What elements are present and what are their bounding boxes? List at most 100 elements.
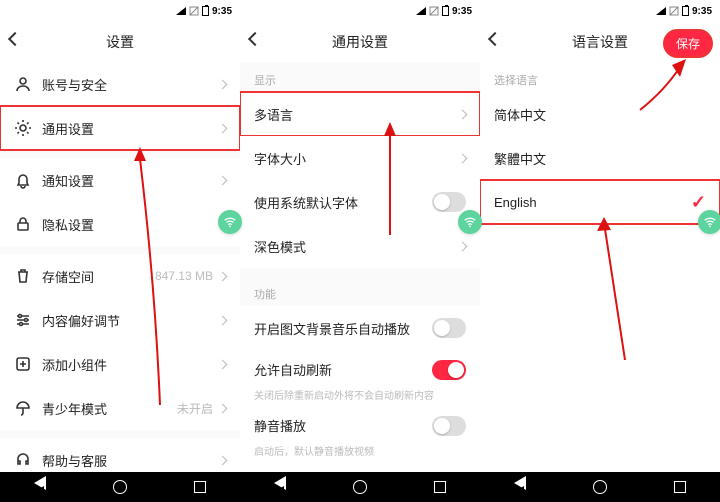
- titlebar: 语言设置 保存: [480, 22, 720, 62]
- row-zh-tw[interactable]: 繁體中文: [480, 136, 720, 180]
- no-sim-icon: [669, 6, 679, 16]
- toggle[interactable]: [432, 360, 466, 380]
- row-dark-mode[interactable]: 深色模式: [240, 224, 480, 268]
- sliders-icon: [14, 311, 32, 329]
- label: 开启图文背景音乐自动播放: [254, 319, 432, 338]
- row-general[interactable]: 通用设置: [0, 106, 240, 150]
- chevron-right-icon: [458, 153, 468, 163]
- battery-icon: [442, 6, 449, 16]
- label: 繁體中文: [494, 149, 706, 168]
- label: English: [494, 195, 691, 210]
- label: 深色模式: [254, 237, 459, 256]
- toggle[interactable]: [432, 192, 466, 212]
- label: 多语言: [254, 105, 459, 124]
- lock-icon: [14, 215, 32, 233]
- android-navbar: [240, 472, 480, 502]
- save-button[interactable]: 保存: [664, 30, 712, 57]
- label: 添加小组件: [42, 355, 219, 374]
- label: 隐私设置: [42, 215, 219, 234]
- status-bar: 9:35: [480, 0, 720, 22]
- row-auto-refresh[interactable]: 允许自动刷新 关闭后除重新启动外将不会自动刷新内容: [240, 350, 480, 406]
- umbrella-icon: [14, 399, 32, 417]
- section-display: 显示: [240, 62, 480, 92]
- toggle[interactable]: [432, 416, 466, 436]
- no-sim-icon: [189, 6, 199, 16]
- screen-language: 9:35 语言设置 保存 选择语言 简体中文 繁體中文 English ✓: [480, 0, 720, 502]
- chevron-right-icon: [218, 455, 228, 465]
- row-english[interactable]: English ✓: [480, 180, 720, 224]
- nav-back-icon[interactable]: [274, 476, 286, 498]
- signal-icon: [656, 7, 666, 15]
- row-widgets[interactable]: 添加小组件: [0, 342, 240, 386]
- status-bar: 9:35: [240, 0, 480, 22]
- signal-icon: [176, 7, 186, 15]
- row-storage[interactable]: 存储空间 847.13 MB: [0, 254, 240, 298]
- nav-recent-icon[interactable]: [194, 481, 206, 493]
- nav-recent-icon[interactable]: [434, 481, 446, 493]
- row-help[interactable]: 帮助与客服: [0, 438, 240, 472]
- titlebar: 通用设置: [240, 22, 480, 62]
- label: 账号与安全: [42, 75, 219, 94]
- nav-home-icon[interactable]: [593, 480, 607, 494]
- page-title: 设置: [106, 32, 134, 52]
- back-icon[interactable]: [8, 32, 22, 46]
- toggle[interactable]: [432, 318, 466, 338]
- row-history[interactable]: 浏览记录 关闭后，不再记录并删除历史浏览记录: [240, 462, 480, 472]
- page-title: 通用设置: [332, 32, 388, 52]
- row-system-font[interactable]: 使用系统默认字体: [240, 180, 480, 224]
- chevron-right-icon: [218, 271, 228, 281]
- clock: 9:35: [452, 6, 472, 17]
- label: 青少年模式: [42, 399, 177, 418]
- nav-back-icon[interactable]: [34, 476, 46, 498]
- settings-list: 账号与安全 通用设置 通知设置 隐私设置 存储空间 847.13: [0, 62, 240, 472]
- section-select-lang: 选择语言: [480, 62, 720, 92]
- chevron-right-icon: [218, 359, 228, 369]
- nav-back-icon[interactable]: [514, 476, 526, 498]
- chevron-right-icon: [458, 109, 468, 119]
- chevron-right-icon: [458, 241, 468, 251]
- label: 静音播放: [254, 416, 432, 435]
- android-navbar: [0, 472, 240, 502]
- headset-icon: [14, 451, 32, 469]
- label: 通知设置: [42, 171, 219, 190]
- chevron-right-icon: [218, 123, 228, 133]
- wifi-badge-icon: [458, 210, 482, 234]
- chevron-right-icon: [218, 315, 228, 325]
- back-icon[interactable]: [248, 32, 262, 46]
- nav-home-icon[interactable]: [113, 480, 127, 494]
- row-content-pref[interactable]: 内容偏好调节: [0, 298, 240, 342]
- no-sim-icon: [429, 6, 439, 16]
- row-zh-cn[interactable]: 简体中文: [480, 92, 720, 136]
- row-privacy[interactable]: 隐私设置: [0, 202, 240, 246]
- label: 使用系统默认字体: [254, 193, 432, 212]
- wifi-badge-icon: [698, 210, 720, 234]
- chevron-right-icon: [218, 175, 228, 185]
- nav-recent-icon[interactable]: [674, 481, 686, 493]
- nav-home-icon[interactable]: [353, 480, 367, 494]
- row-language[interactable]: 多语言: [240, 92, 480, 136]
- battery-icon: [202, 6, 209, 16]
- bell-icon: [14, 171, 32, 189]
- storage-value: 847.13 MB: [155, 269, 213, 283]
- clock: 9:35: [692, 6, 712, 17]
- label: 内容偏好调节: [42, 311, 219, 330]
- gear-icon: [14, 119, 32, 137]
- label: 字体大小: [254, 149, 459, 168]
- row-mute-play[interactable]: 静音播放 启动后，默认静音播放视频: [240, 406, 480, 462]
- label: 帮助与客服: [42, 451, 219, 470]
- label: 通用设置: [42, 119, 219, 138]
- row-font-size[interactable]: 字体大小: [240, 136, 480, 180]
- language-list: 选择语言 简体中文 繁體中文 English ✓: [480, 62, 720, 472]
- row-notify[interactable]: 通知设置: [0, 158, 240, 202]
- row-account[interactable]: 账号与安全: [0, 62, 240, 106]
- row-autoplay-music[interactable]: 开启图文背景音乐自动播放: [240, 306, 480, 350]
- page-title: 语言设置: [572, 32, 628, 52]
- teen-value: 未开启: [177, 400, 213, 417]
- screen-general: 9:35 通用设置 显示 多语言 字体大小 使用系统默认字体 深色模式: [240, 0, 480, 502]
- user-icon: [14, 75, 32, 93]
- label: 允许自动刷新: [254, 360, 432, 379]
- section-function: 功能: [240, 276, 480, 306]
- back-icon[interactable]: [488, 32, 502, 46]
- row-teen[interactable]: 青少年模式 未开启: [0, 386, 240, 430]
- screen-settings: 9:35 设置 账号与安全 通用设置 通知设置: [0, 0, 240, 502]
